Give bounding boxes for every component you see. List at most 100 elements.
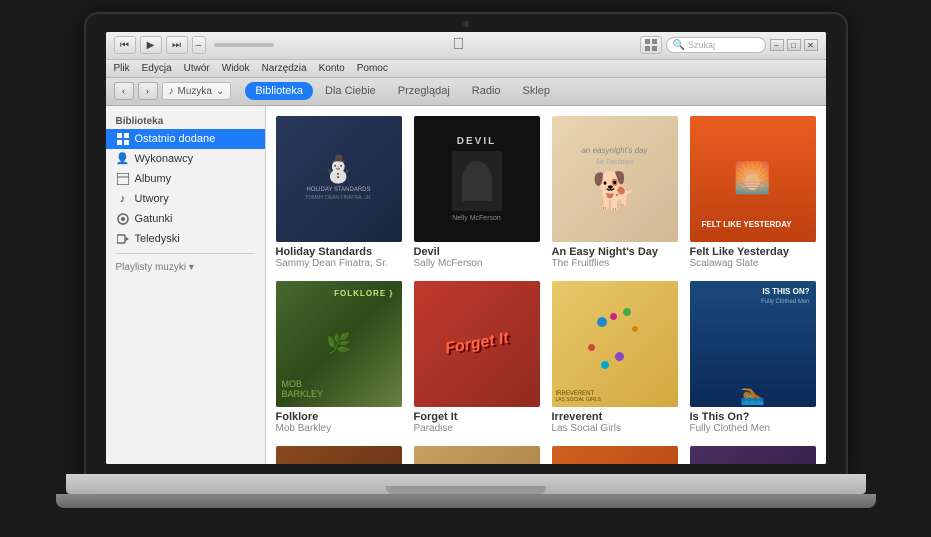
album-item-forget[interactable]: Forget It Forget It Paradise <box>414 281 540 434</box>
menu-narzedzia[interactable]: Narzędzia <box>262 63 307 74</box>
album-grid-container[interactable]: ⛄ HOLIDAY STANDARDSTOMMY DEAN FINATRA, J… <box>266 106 826 464</box>
laptop-base <box>66 474 866 494</box>
album-cover-r3a: 🎸 <box>276 446 402 464</box>
window-controls: – □ ✕ <box>770 39 818 51</box>
sidebar-item-recently-added[interactable]: Ostatnio dodane <box>106 129 265 149</box>
menu-utwor[interactable]: Utwór <box>184 63 210 74</box>
tab-bar: Biblioteka Dla Ciebie Przeglądaj Radio S… <box>245 82 560 100</box>
album-artist-isthison: Fully Clothed Men <box>690 423 816 434</box>
album-cover-r3b: 🎵 <box>414 446 540 464</box>
menu-edycja[interactable]: Edycja <box>142 63 172 74</box>
album-item-isthison[interactable]: IS THIS ON?Fully Clothed Men 🏊 Is This O… <box>690 281 816 434</box>
album-cover-r3d: 🎤 <box>690 446 816 464</box>
apple-logo:  <box>282 36 636 54</box>
menu-bar: Plik Edycja Utwór Widok Narzędzia Konto … <box>106 60 826 78</box>
album-artist-irreverent: Las Social Girls <box>552 423 678 434</box>
videos-label: Teledyski <box>135 233 180 245</box>
volume-slider[interactable] <box>214 43 274 47</box>
album-item-r3a[interactable]: 🎸 <box>276 446 402 464</box>
nav-forward-btn[interactable]: › <box>138 82 158 100</box>
tab-przegladaj[interactable]: Przeglądaj <box>388 82 460 100</box>
videos-icon <box>116 232 130 246</box>
genres-label: Gatunki <box>135 213 173 225</box>
sidebar-section-label: Biblioteka <box>106 112 265 129</box>
album-artist-felt: Scalawag Slate <box>690 258 816 269</box>
volume-btn[interactable]: – <box>192 36 206 54</box>
nav-back-btn[interactable]: ‹ <box>114 82 134 100</box>
album-title-forget: Forget It <box>414 411 540 423</box>
location-dropdown-icon[interactable]: ⌄ <box>216 86 224 97</box>
album-item-easy-night[interactable]: an easynight's day Air Facilities 🐕 An E… <box>552 116 678 269</box>
album-cover-isthison: IS THIS ON?Fully Clothed Men 🏊 <box>690 281 816 407</box>
recently-added-icon <box>116 132 130 146</box>
location-music-icon: ♪ <box>169 86 174 97</box>
album-item-felt[interactable]: FELT LIKE YESTERDAY 🌅 Felt Like Y <box>690 116 816 269</box>
album-artist-folklore: Mob Barkley <box>276 423 402 434</box>
itunes-app: ⏮ ▶ ⏭ –  🔍 <box>106 32 826 464</box>
album-title-felt: Felt Like Yesterday <box>690 246 816 258</box>
album-cover-holiday: ⛄ HOLIDAY STANDARDSTOMMY DEAN FINATRA, J… <box>276 116 402 242</box>
minimize-btn[interactable]: – <box>770 39 784 51</box>
laptop-outer: ⏮ ▶ ⏭ –  🔍 <box>76 14 856 524</box>
album-title-holiday: Holiday Standards <box>276 246 402 258</box>
tab-biblioteka[interactable]: Biblioteka <box>245 82 313 100</box>
close-btn[interactable]: ✕ <box>804 39 818 51</box>
camera <box>463 21 469 27</box>
artists-label: Wykonawcy <box>135 153 194 165</box>
transport-play[interactable]: ▶ <box>140 36 162 54</box>
screen-bezel: ⏮ ▶ ⏭ –  🔍 <box>86 14 846 474</box>
menu-pomoc[interactable]: Pomoc <box>357 63 388 74</box>
albums-label: Albumy <box>135 173 172 185</box>
sidebar-item-tracks[interactable]: ♪ Utwory <box>106 189 265 209</box>
sidebar: Biblioteka Ostatnio dodane 👤 Wykonawcy <box>106 106 266 464</box>
album-title-devil: Devil <box>414 246 540 258</box>
album-title-folklore: Folklore <box>276 411 402 423</box>
tab-radio[interactable]: Radio <box>462 82 511 100</box>
album-item-r3b[interactable]: 🎵 <box>414 446 540 464</box>
title-bar: ⏮ ▶ ⏭ –  🔍 <box>106 32 826 60</box>
menu-plik[interactable]: Plik <box>114 63 130 74</box>
maximize-btn[interactable]: □ <box>787 39 801 51</box>
sidebar-item-artists[interactable]: 👤 Wykonawcy <box>106 149 265 169</box>
album-item-folklore[interactable]: FOLKLORE } MOBBARKLEY 🌿 Folklore Mob Bar… <box>276 281 402 434</box>
search-placeholder: Szukaj <box>688 40 715 50</box>
sidebar-item-genres[interactable]: Gatunki <box>106 209 265 229</box>
menu-konto[interactable]: Konto <box>319 63 345 74</box>
genres-icon <box>116 212 130 226</box>
search-icon: 🔍 <box>673 40 685 51</box>
grid-view-btn[interactable] <box>640 36 662 54</box>
album-item-holiday[interactable]: ⛄ HOLIDAY STANDARDSTOMMY DEAN FINATRA, J… <box>276 116 402 269</box>
recently-added-label: Ostatnio dodane <box>135 133 216 145</box>
album-cover-felt: FELT LIKE YESTERDAY 🌅 <box>690 116 816 242</box>
sidebar-item-videos[interactable]: Teledyski <box>106 229 265 249</box>
album-cover-r3c: SUNSET BLUES 🌇 <box>552 446 678 464</box>
album-cover-easy: an easynight's day Air Facilities 🐕 <box>552 116 678 242</box>
transport-next[interactable]: ⏭ <box>166 36 188 54</box>
album-item-r3d[interactable]: 🎤 <box>690 446 816 464</box>
album-title-isthison: Is This On? <box>690 411 816 423</box>
albums-icon <box>116 172 130 186</box>
artists-icon: 👤 <box>116 152 130 166</box>
sidebar-divider <box>116 253 255 254</box>
album-item-devil[interactable]: DEVIL Nelly McFerson Devil <box>414 116 540 269</box>
menu-widok[interactable]: Widok <box>222 63 250 74</box>
album-title-easy: An Easy Night's Day <box>552 246 678 258</box>
album-item-irreverent[interactable]: IRREVERENTLAS SOCIAL GIRLS Irreverent La… <box>552 281 678 434</box>
playlist-label[interactable]: Playlisty muzyki ▾ <box>106 258 265 275</box>
screen: ⏮ ▶ ⏭ –  🔍 <box>106 32 826 464</box>
album-artist-holiday: Sammy Dean Finatra, Sr. <box>276 258 402 269</box>
location-bar: ♪ Muzyka ⌄ <box>162 82 232 100</box>
toolbar: ‹ › ♪ Muzyka ⌄ Biblioteka Dla Ciebie Prz… <box>106 78 826 106</box>
album-cover-forget: Forget It <box>414 281 540 407</box>
transport-prev[interactable]: ⏮ <box>114 36 136 54</box>
tab-dla-ciebie[interactable]: Dla Ciebie <box>315 82 386 100</box>
tab-sklep[interactable]: Sklep <box>513 82 561 100</box>
search-box[interactable]: 🔍 Szukaj <box>666 37 766 53</box>
sidebar-item-albums[interactable]: Albumy <box>106 169 265 189</box>
tracks-label: Utwory <box>135 193 169 205</box>
laptop-foot <box>56 494 876 508</box>
main-content: Biblioteka Ostatnio dodane 👤 Wykonawcy <box>106 106 826 464</box>
album-item-r3c[interactable]: SUNSET BLUES 🌇 Sunset Blues <box>552 446 678 464</box>
album-artist-easy: The Fruitflies <box>552 258 678 269</box>
tracks-icon: ♪ <box>116 192 130 206</box>
